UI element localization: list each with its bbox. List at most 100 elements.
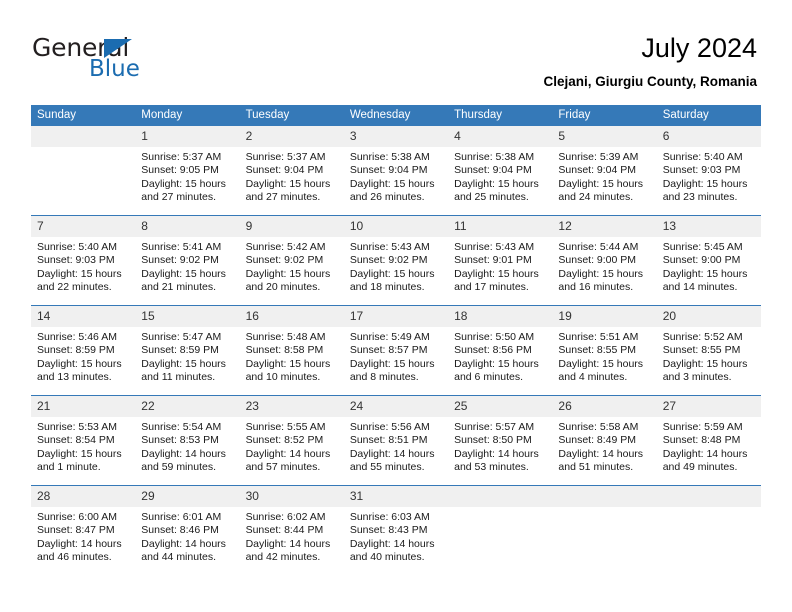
day-cell[interactable]: 5 Sunrise: 5:39 AM Sunset: 9:04 PM Dayli… <box>552 126 657 216</box>
day-cell[interactable]: 19 Sunrise: 5:51 AM Sunset: 8:55 PM Dayl… <box>552 305 657 396</box>
sunset-text: Sunset: 8:49 PM <box>558 434 637 447</box>
sunrise-text: Sunrise: 5:59 AM <box>662 421 743 433</box>
day-number <box>448 486 553 507</box>
sunset-text: Sunset: 8:55 PM <box>558 344 637 357</box>
sunrise-text: Sunrise: 5:58 AM <box>558 421 639 433</box>
calendar-week-row: 7 Sunrise: 5:40 AM Sunset: 9:03 PM Dayli… <box>31 215 761 306</box>
day-cell[interactable] <box>31 126 136 216</box>
day-cell[interactable]: 17 Sunrise: 5:49 AM Sunset: 8:57 PM Dayl… <box>343 305 449 396</box>
day-cell[interactable]: 30 Sunrise: 6:02 AM Sunset: 8:44 PM Dayl… <box>239 485 344 575</box>
day-cell[interactable]: 28 Sunrise: 6:00 AM Sunset: 8:47 PM Dayl… <box>31 485 136 575</box>
daylight-text-line2: and 59 minutes. <box>141 461 216 474</box>
day-number: 31 <box>343 486 449 507</box>
sunset-text: Sunset: 8:52 PM <box>245 434 324 447</box>
day-cell[interactable]: 11 Sunrise: 5:43 AM Sunset: 9:01 PM Dayl… <box>448 215 553 306</box>
daylight-text-line2: and 22 minutes. <box>37 281 112 294</box>
day-cell[interactable]: 12 Sunrise: 5:44 AM Sunset: 9:00 PM Dayl… <box>552 215 657 306</box>
sunset-text: Sunset: 8:58 PM <box>245 344 324 357</box>
day-cell[interactable]: 2 Sunrise: 5:37 AM Sunset: 9:04 PM Dayli… <box>239 126 344 216</box>
daylight-text-line1: Daylight: 15 hours <box>662 177 748 190</box>
daylight-text-line2: and 53 minutes. <box>454 461 529 474</box>
day-cell[interactable]: 27 Sunrise: 5:59 AM Sunset: 8:48 PM Dayl… <box>656 395 761 486</box>
day-cell[interactable] <box>552 485 657 575</box>
sunrise-text: Sunrise: 5:43 AM <box>454 241 535 253</box>
day-number <box>31 126 136 147</box>
day-number: 5 <box>552 126 657 147</box>
day-info: Sunrise: 6:00 AM Sunset: 8:47 PM Dayligh… <box>31 507 135 565</box>
sunset-text: Sunset: 9:01 PM <box>454 254 532 267</box>
general-blue-logo[interactable]: General Blue <box>32 34 272 84</box>
day-cell[interactable] <box>656 485 761 575</box>
daylight-text-line1: Daylight: 15 hours <box>558 267 644 280</box>
day-number: 28 <box>31 486 136 507</box>
title-block: July 2024 Clejani, Giurgiu County, Roman… <box>543 32 757 91</box>
day-info: Sunrise: 5:42 AM Sunset: 9:02 PM Dayligh… <box>240 237 344 295</box>
day-cell[interactable]: 9 Sunrise: 5:42 AM Sunset: 9:02 PM Dayli… <box>239 215 344 306</box>
daylight-text-line2: and 40 minutes. <box>349 551 425 564</box>
daylight-text-line2: and 23 minutes. <box>662 191 738 204</box>
day-cell[interactable]: 1 Sunrise: 5:37 AM Sunset: 9:05 PM Dayli… <box>135 126 240 216</box>
day-cell[interactable]: 10 Sunrise: 5:43 AM Sunset: 9:02 PM Dayl… <box>343 215 449 306</box>
sunset-text: Sunset: 8:48 PM <box>662 434 741 447</box>
daylight-text-line1: Daylight: 15 hours <box>245 357 331 370</box>
day-cell[interactable]: 14 Sunrise: 5:46 AM Sunset: 8:59 PM Dayl… <box>31 305 136 396</box>
sunset-text: Sunset: 9:02 PM <box>245 254 324 267</box>
day-cell[interactable]: 15 Sunrise: 5:47 AM Sunset: 8:59 PM Dayl… <box>135 305 240 396</box>
day-cell[interactable]: 25 Sunrise: 5:57 AM Sunset: 8:50 PM Dayl… <box>448 395 553 486</box>
day-cell[interactable]: 22 Sunrise: 5:54 AM Sunset: 8:53 PM Dayl… <box>135 395 240 486</box>
sunset-text: Sunset: 8:53 PM <box>141 434 219 447</box>
day-cell[interactable]: 31 Sunrise: 6:03 AM Sunset: 8:43 PM Dayl… <box>343 485 449 575</box>
daylight-text-line2: and 55 minutes. <box>349 461 425 474</box>
day-cell[interactable]: 7 Sunrise: 5:40 AM Sunset: 9:03 PM Dayli… <box>31 215 136 306</box>
day-number: 17 <box>343 306 449 327</box>
calendar-page: General Blue July 2024 Clejani, Giurgiu … <box>0 0 792 612</box>
daylight-text-line2: and 51 minutes. <box>558 461 634 474</box>
daylight-text-line1: Daylight: 14 hours <box>558 447 644 460</box>
day-info: Sunrise: 5:54 AM Sunset: 8:53 PM Dayligh… <box>135 417 239 475</box>
day-info: Sunrise: 5:43 AM Sunset: 9:02 PM Dayligh… <box>344 237 448 295</box>
day-number: 23 <box>239 396 344 417</box>
day-number: 1 <box>135 126 240 147</box>
daylight-text-line2: and 25 minutes. <box>454 191 529 204</box>
day-cell[interactable]: 6 Sunrise: 5:40 AM Sunset: 9:03 PM Dayli… <box>656 126 761 216</box>
daylight-text-line1: Daylight: 15 hours <box>454 267 539 280</box>
day-number: 9 <box>239 216 344 237</box>
day-cell[interactable]: 16 Sunrise: 5:48 AM Sunset: 8:58 PM Dayl… <box>239 305 344 396</box>
day-number: 29 <box>135 486 240 507</box>
day-cell[interactable]: 29 Sunrise: 6:01 AM Sunset: 8:46 PM Dayl… <box>135 485 240 575</box>
sunrise-text: Sunrise: 6:03 AM <box>349 511 430 523</box>
day-number <box>552 486 657 507</box>
day-cell[interactable]: 24 Sunrise: 5:56 AM Sunset: 8:51 PM Dayl… <box>343 395 449 486</box>
day-cell[interactable]: 21 Sunrise: 5:53 AM Sunset: 8:54 PM Dayl… <box>31 395 136 486</box>
daylight-text-line2: and 3 minutes. <box>662 371 732 384</box>
daylight-text-line1: Daylight: 14 hours <box>245 447 331 460</box>
day-cell[interactable]: 8 Sunrise: 5:41 AM Sunset: 9:02 PM Dayli… <box>135 215 240 306</box>
sunrise-text: Sunrise: 5:51 AM <box>558 331 639 343</box>
day-cell[interactable]: 18 Sunrise: 5:50 AM Sunset: 8:56 PM Dayl… <box>448 305 553 396</box>
page-subtitle-location: Clejani, Giurgiu County, Romania <box>543 74 757 89</box>
sunset-text: Sunset: 8:57 PM <box>349 344 428 357</box>
day-info: Sunrise: 5:51 AM Sunset: 8:55 PM Dayligh… <box>552 327 656 385</box>
weekday-header-saturday: Saturday <box>656 105 761 126</box>
daylight-text-line2: and 49 minutes. <box>662 461 738 474</box>
day-number: 10 <box>343 216 449 237</box>
calendar-week-row: 14 Sunrise: 5:46 AM Sunset: 8:59 PM Dayl… <box>31 305 761 396</box>
sunset-text: Sunset: 9:00 PM <box>662 254 741 267</box>
sunrise-text: Sunrise: 5:40 AM <box>37 241 117 253</box>
sunset-text: Sunset: 8:51 PM <box>349 434 428 447</box>
daylight-text-line1: Daylight: 15 hours <box>662 267 748 280</box>
day-info: Sunrise: 5:41 AM Sunset: 9:02 PM Dayligh… <box>135 237 239 295</box>
day-cell[interactable] <box>448 485 553 575</box>
day-number: 19 <box>552 306 657 327</box>
sunrise-text: Sunrise: 5:54 AM <box>141 421 222 433</box>
day-cell[interactable]: 26 Sunrise: 5:58 AM Sunset: 8:49 PM Dayl… <box>552 395 657 486</box>
calendar-week-row: 21 Sunrise: 5:53 AM Sunset: 8:54 PM Dayl… <box>31 395 761 486</box>
day-cell[interactable]: 20 Sunrise: 5:52 AM Sunset: 8:55 PM Dayl… <box>656 305 761 396</box>
day-cell[interactable]: 13 Sunrise: 5:45 AM Sunset: 9:00 PM Dayl… <box>656 215 761 306</box>
day-cell[interactable]: 4 Sunrise: 5:38 AM Sunset: 9:04 PM Dayli… <box>448 126 553 216</box>
day-cell[interactable]: 3 Sunrise: 5:38 AM Sunset: 9:04 PM Dayli… <box>343 126 449 216</box>
day-cell[interactable]: 23 Sunrise: 5:55 AM Sunset: 8:52 PM Dayl… <box>239 395 344 486</box>
weekday-header-tuesday: Tuesday <box>239 105 344 126</box>
daylight-text-line2: and 14 minutes. <box>662 281 738 294</box>
weekday-header-thursday: Thursday <box>448 105 553 126</box>
